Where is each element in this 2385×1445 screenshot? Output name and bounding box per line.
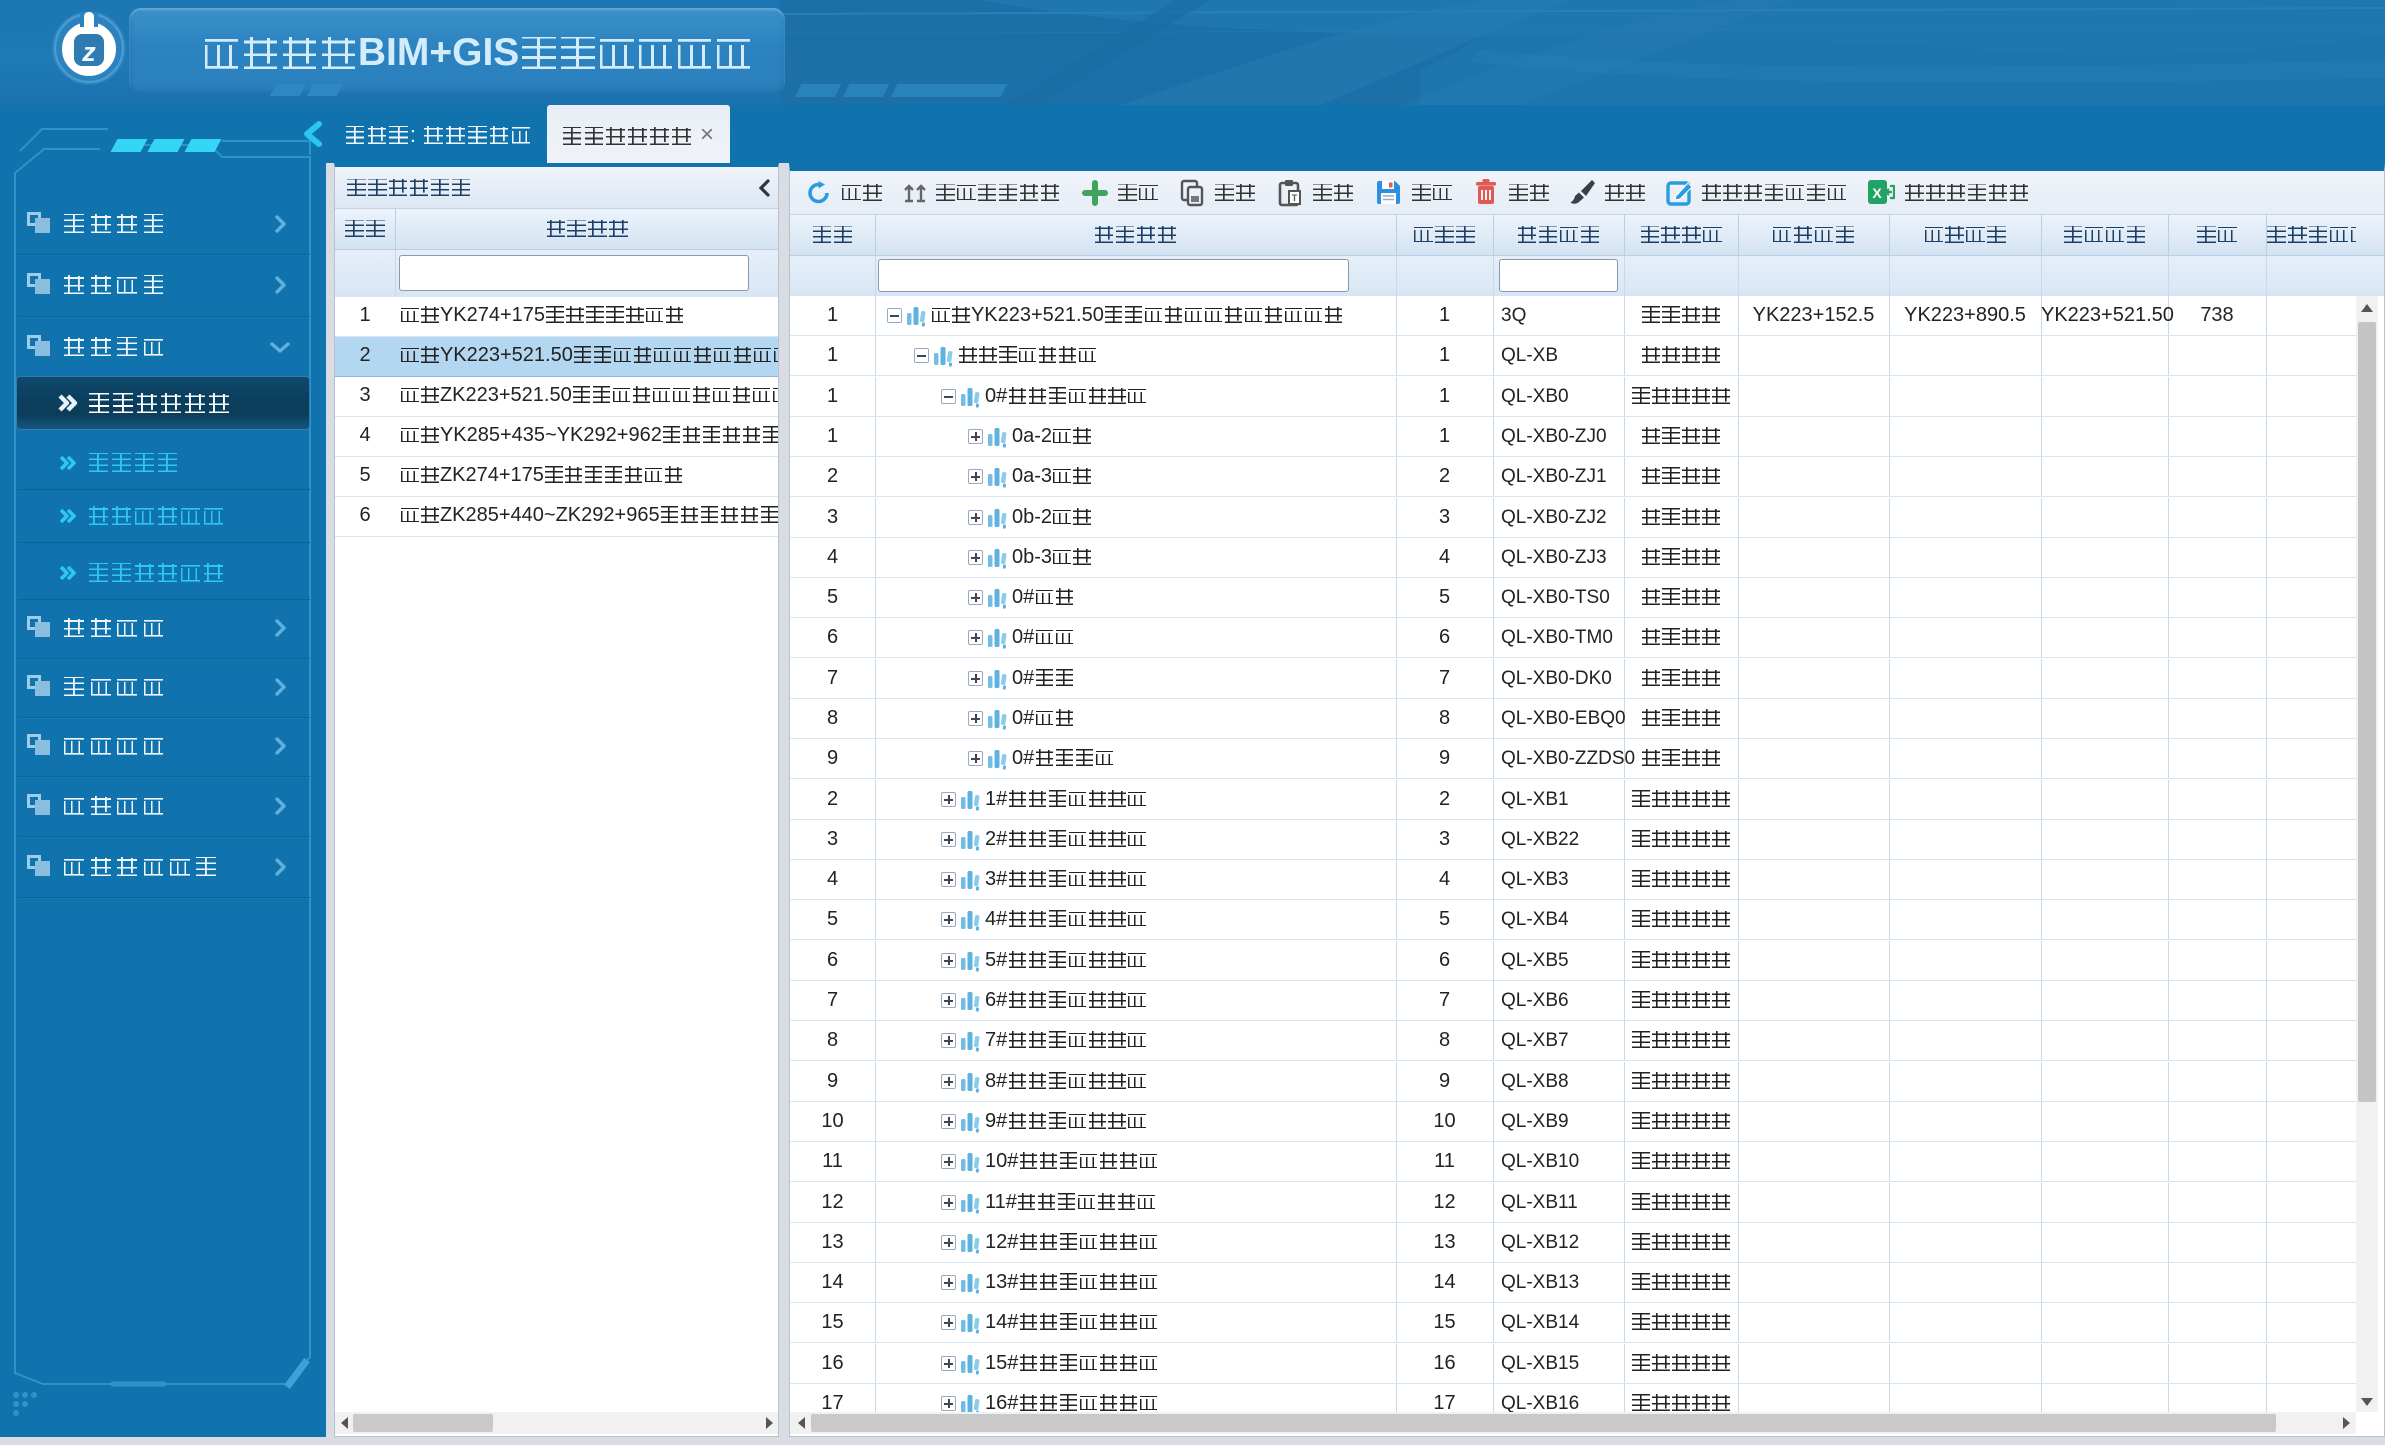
svg-text:T: T — [1292, 193, 1298, 203]
svg-text:z: z — [81, 37, 96, 67]
svg-text:X: X — [1872, 185, 1882, 201]
